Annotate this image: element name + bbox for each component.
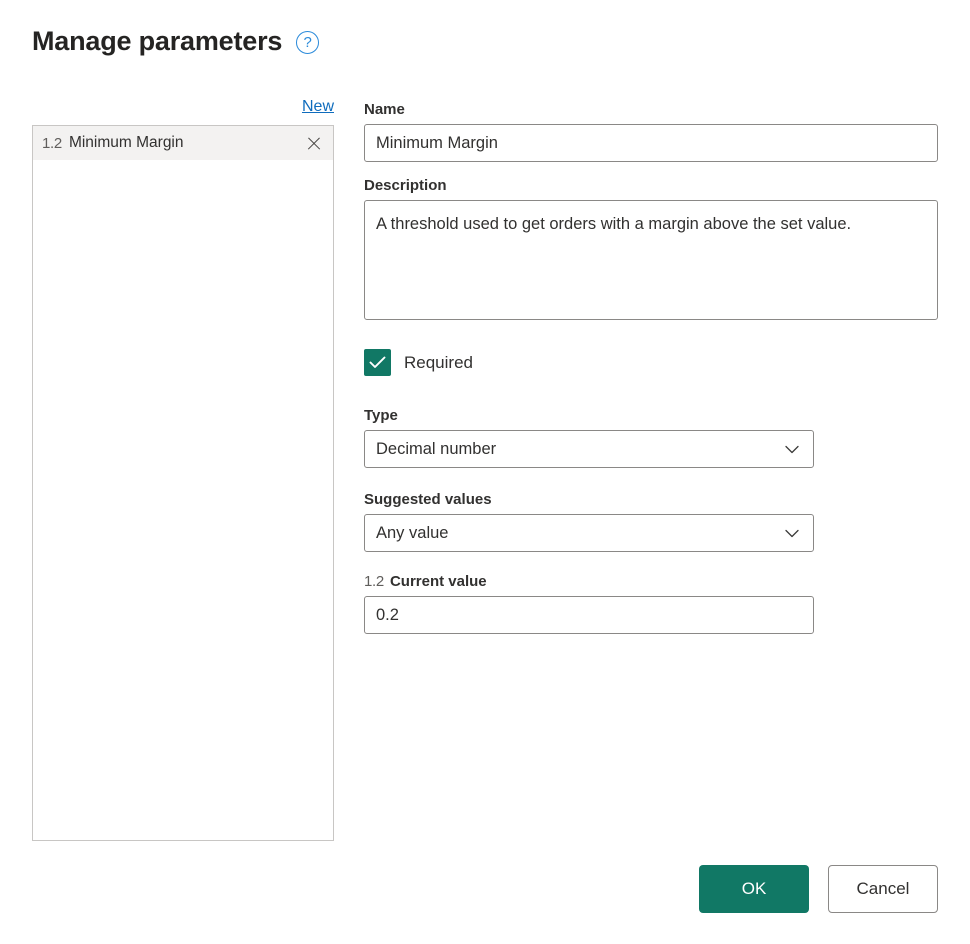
current-value-label: 1.2 Current value <box>364 572 938 592</box>
decimal-number-icon: 1.2 <box>364 572 384 592</box>
current-value-input[interactable] <box>364 596 814 634</box>
type-dropdown-value: Decimal number <box>376 440 785 459</box>
new-parameter-link[interactable]: New <box>302 97 334 116</box>
name-label: Name <box>364 100 938 120</box>
parameter-list-panel: New 1.2 Minimum Margin <box>32 97 334 841</box>
list-item[interactable]: 1.2 Minimum Margin <box>33 126 333 160</box>
dialog-header: Manage parameters ? <box>32 24 319 58</box>
name-input[interactable] <box>364 124 938 162</box>
current-value-label-text: Current value <box>390 572 487 592</box>
type-dropdown[interactable]: Decimal number <box>364 430 814 468</box>
parameter-form: Name Description Required Type Decimal n… <box>364 100 938 634</box>
dialog-footer: OK Cancel <box>699 865 938 913</box>
new-link-row: New <box>32 97 334 121</box>
close-icon[interactable] <box>306 135 322 151</box>
required-label: Required <box>404 353 473 373</box>
cancel-button[interactable]: Cancel <box>828 865 938 913</box>
checkmark-icon <box>364 349 391 376</box>
question-circle-icon[interactable]: ? <box>296 31 319 54</box>
chevron-down-icon <box>785 445 799 454</box>
name-label-text: Name <box>364 100 405 120</box>
suggested-values-dropdown[interactable]: Any value <box>364 514 814 552</box>
type-label: Type <box>364 406 938 426</box>
help-icon-glyph: ? <box>304 35 312 50</box>
suggested-values-dropdown-value: Any value <box>376 524 785 543</box>
list-item-label: Minimum Margin <box>69 134 306 152</box>
description-label: Description <box>364 176 938 196</box>
ok-button[interactable]: OK <box>699 865 809 913</box>
type-label-text: Type <box>364 406 398 426</box>
decimal-number-icon: 1.2 <box>42 135 62 152</box>
page-title: Manage parameters <box>32 24 282 58</box>
suggested-values-label: Suggested values <box>364 490 938 510</box>
required-checkbox[interactable]: Required <box>364 349 473 376</box>
description-label-text: Description <box>364 176 447 196</box>
suggested-values-label-text: Suggested values <box>364 490 492 510</box>
parameter-list[interactable]: 1.2 Minimum Margin <box>32 125 334 841</box>
description-textarea[interactable] <box>364 200 938 320</box>
chevron-down-icon <box>785 529 799 538</box>
